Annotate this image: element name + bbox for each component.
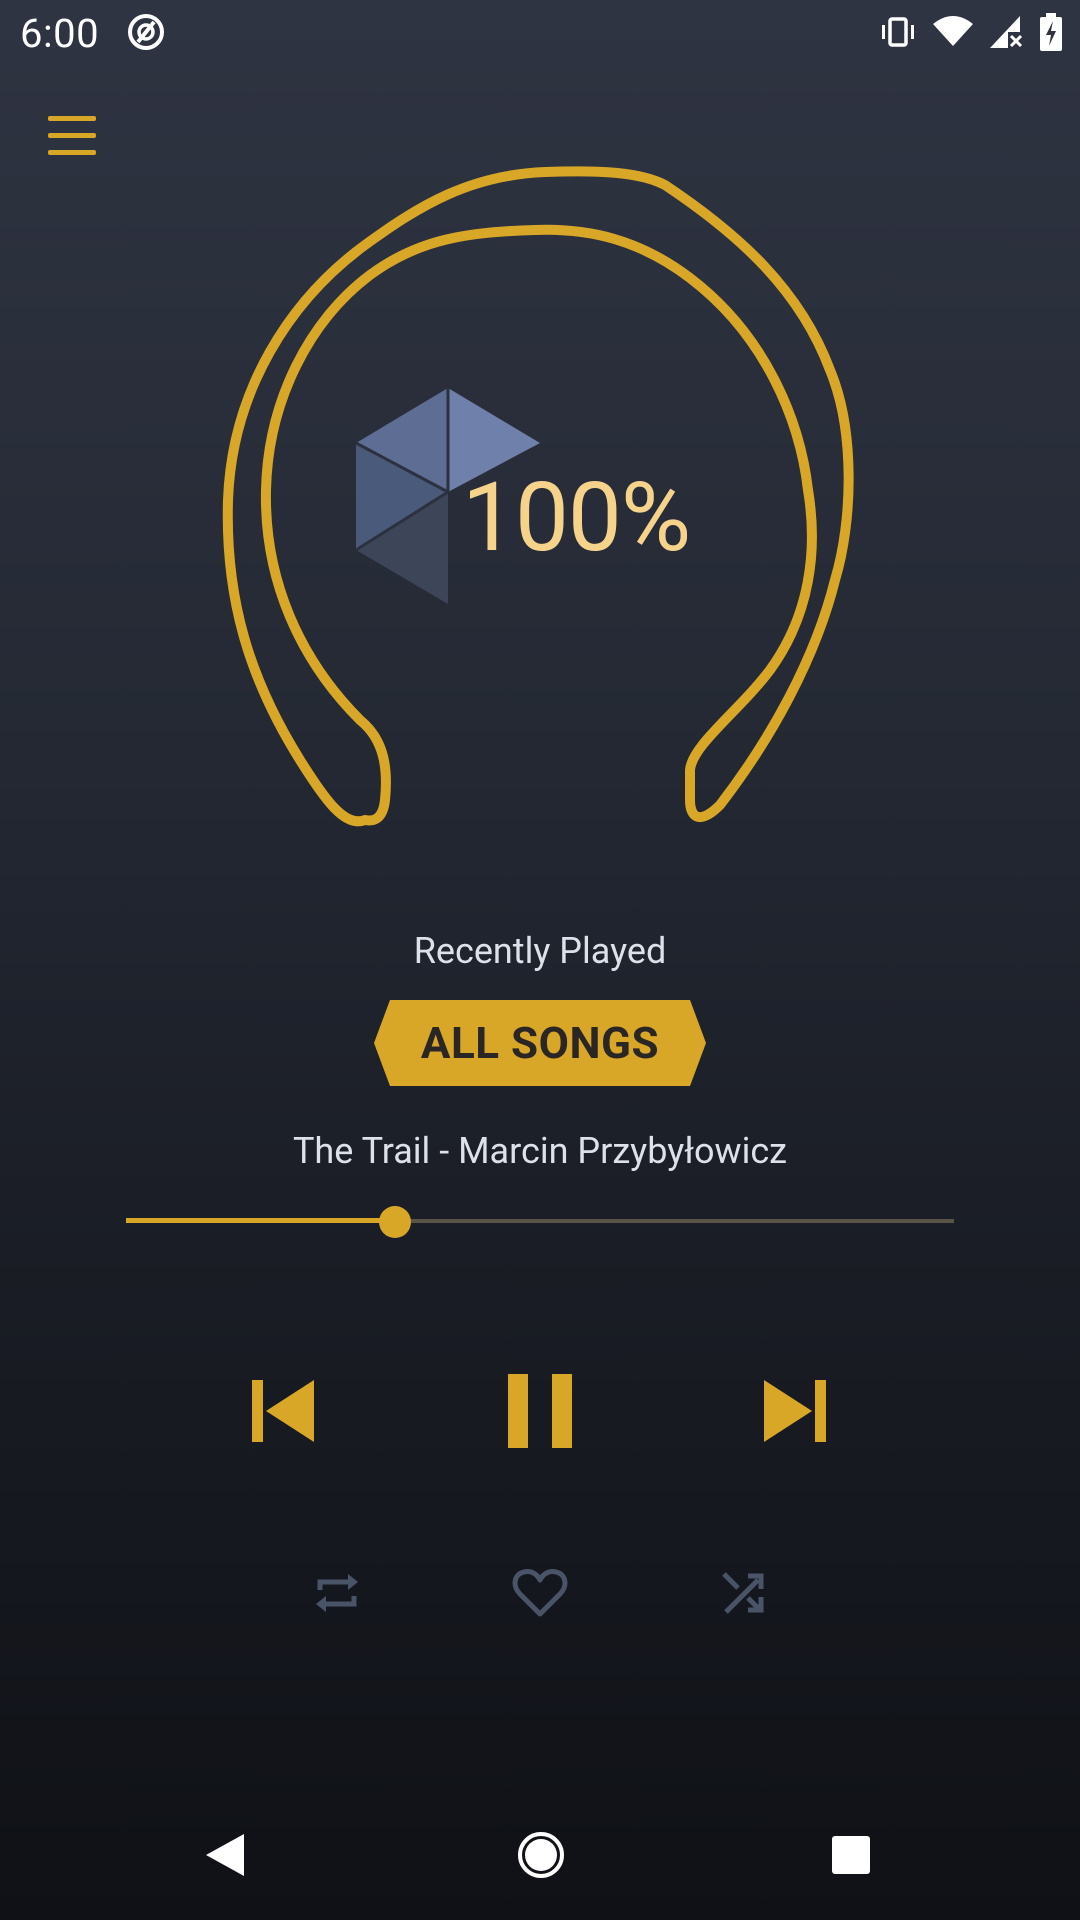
pause-button[interactable]: [506, 1374, 574, 1448]
all-songs-button[interactable]: ALL SONGS: [374, 1000, 706, 1086]
track-title: The Trail - Marcin Przybyłowicz: [292, 1130, 788, 1172]
vibrate-icon: [882, 17, 914, 47]
status-bar: 6:00: [0, 0, 1080, 64]
battery-charging-icon: [1040, 13, 1062, 51]
shuffle-icon: [722, 1572, 764, 1614]
previous-icon: [252, 1380, 314, 1442]
shuffle-button[interactable]: [718, 1568, 768, 1618]
cellular-no-signal-icon: [990, 16, 1023, 48]
recents-icon: [832, 1836, 870, 1874]
repeat-button[interactable]: [312, 1568, 362, 1618]
back-button[interactable]: [204, 1832, 246, 1878]
all-songs-label: ALL SONGS: [420, 1017, 660, 1069]
system-navigation-bar: [0, 1810, 1080, 1920]
wifi-icon: [933, 16, 973, 46]
back-icon: [206, 1834, 244, 1876]
status-icons: [878, 12, 1064, 52]
seek-thumb[interactable]: [379, 1206, 412, 1238]
seek-bar[interactable]: [126, 1206, 954, 1238]
heart-icon: [512, 1569, 568, 1617]
next-icon: [764, 1380, 826, 1442]
previous-button[interactable]: [248, 1378, 316, 1444]
recents-button[interactable]: [832, 1836, 870, 1874]
seek-progress: [126, 1218, 396, 1223]
section-label: Recently Played: [413, 930, 667, 972]
pause-icon: [508, 1374, 572, 1448]
home-button[interactable]: [516, 1830, 566, 1880]
favorite-button[interactable]: [512, 1568, 568, 1618]
status-time: 6:00: [20, 10, 100, 57]
repeat-icon: [316, 1574, 358, 1612]
app-notification-icon: [128, 14, 164, 50]
battery-percent: 100%: [462, 462, 691, 574]
home-icon: [518, 1832, 564, 1878]
next-button[interactable]: [762, 1378, 830, 1444]
